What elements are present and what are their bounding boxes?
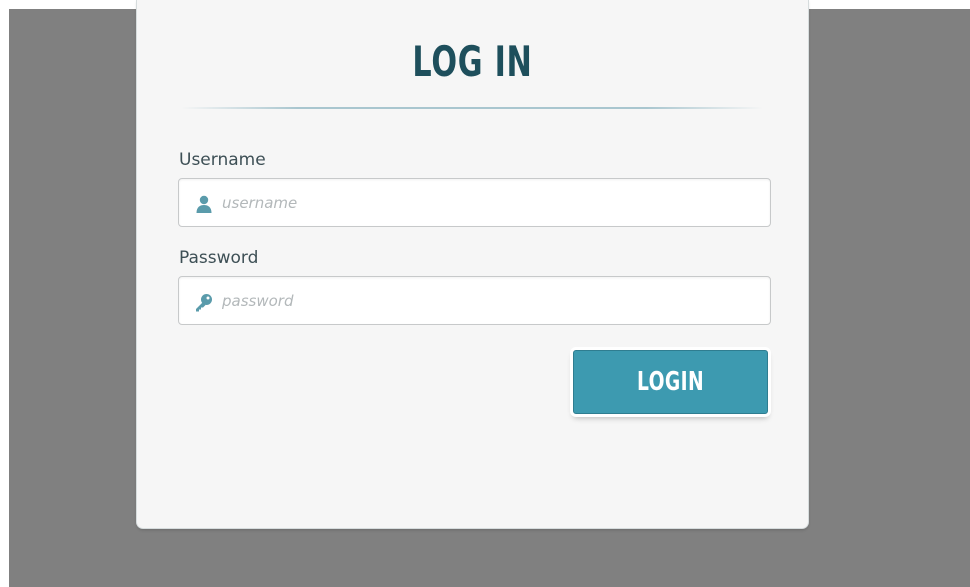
login-button[interactable]: LOGIN [573,350,768,414]
login-card: Log In Username Password LOGIN [137,0,808,528]
title-divider [181,107,763,109]
username-field[interactable] [178,178,771,227]
username-label: Username [179,150,266,170]
user-icon [194,194,214,214]
key-icon [194,292,214,312]
username-input[interactable] [222,179,762,226]
password-label: Password [179,248,259,268]
login-button-label: LOGIN [637,367,704,397]
login-title: Log In [412,37,533,86]
password-field[interactable] [178,276,771,325]
password-input[interactable] [222,277,762,324]
